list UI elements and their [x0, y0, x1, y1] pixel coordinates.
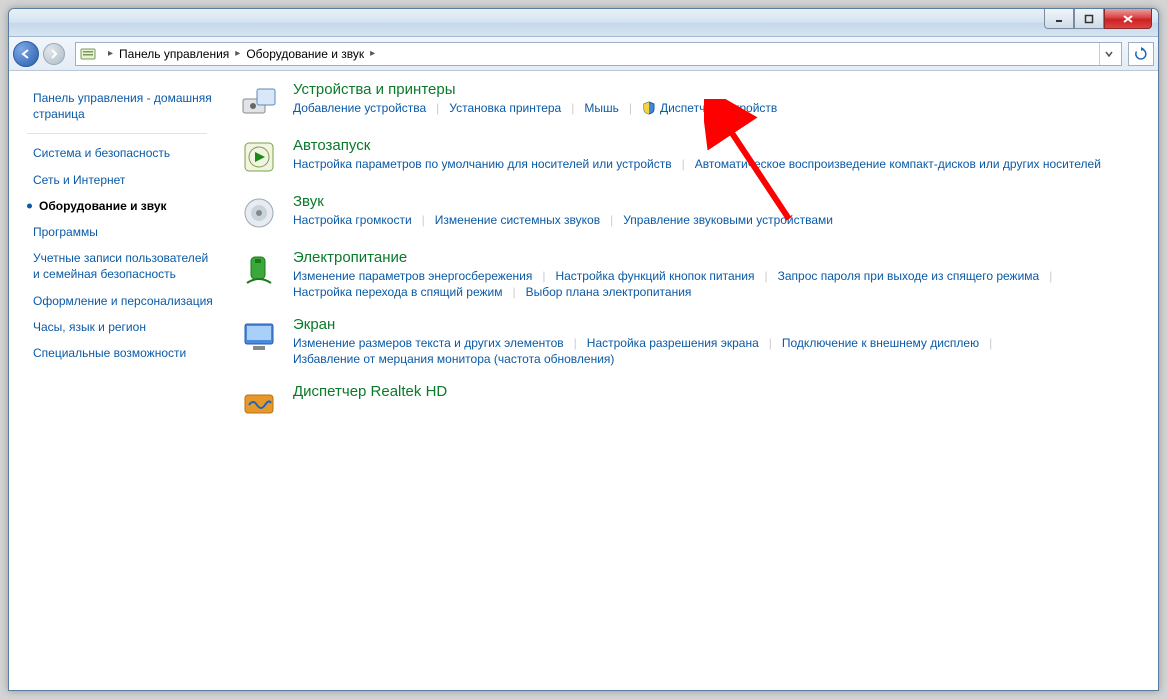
category-link[interactable]: Настройка перехода в спящий режим [293, 284, 502, 300]
category-link[interactable]: Автоматическое воспроизведение компакт-д… [695, 156, 1101, 172]
category-link[interactable]: Избавление от мерцания монитора (частота… [293, 351, 614, 367]
category: Экран Изменение размеров текста и других … [239, 316, 1138, 367]
refresh-button[interactable] [1128, 42, 1154, 66]
category-link[interactable]: Настройка разрешения экрана [587, 335, 759, 351]
category-body: ЗвукНастройка громкости|Изменение систем… [293, 193, 1138, 233]
link-separator: | [759, 336, 782, 350]
category-title[interactable]: Звук [293, 193, 1138, 210]
sidebar: Панель управления - домашняя страница Си… [9, 71, 219, 690]
sidebar-separator [27, 133, 207, 134]
category: Электропитание Изменение параметров энерг… [239, 249, 1138, 300]
category: Диспетчер Realtek HD [239, 383, 1138, 423]
forward-button[interactable] [43, 43, 65, 65]
link-separator: | [600, 213, 623, 227]
category-link[interactable]: Настройка функций кнопок питания [555, 268, 754, 284]
link-separator: | [754, 269, 777, 283]
sidebar-item[interactable]: Сеть и Интернет [27, 167, 219, 193]
close-button[interactable] [1104, 9, 1152, 29]
category-title[interactable]: Электропитание [293, 249, 1138, 266]
category-icon [239, 193, 279, 233]
category-link[interactable]: Установка принтера [449, 100, 561, 116]
link-separator: | [672, 157, 695, 171]
link-separator: | [412, 213, 435, 227]
category-title[interactable]: Автозапуск [293, 137, 1138, 154]
sidebar-item[interactable]: Система и безопасность [27, 140, 219, 166]
address-bar[interactable]: ▸ Панель управления ▸ Оборудование и зву… [75, 42, 1122, 66]
titlebar [9, 9, 1158, 37]
breadcrumb-seg-1[interactable]: Панель управления [119, 47, 229, 61]
breadcrumb-arrow-icon: ▸ [102, 48, 119, 59]
category-link[interactable]: Выбор плана электропитания [526, 284, 692, 300]
link-separator: | [561, 101, 584, 115]
category-body: Автозапуск Настройка параметров по умолча… [293, 137, 1138, 177]
sidebar-home[interactable]: Панель управления - домашняя страница [27, 85, 219, 127]
category-title[interactable]: Экран [293, 316, 1138, 333]
category-link[interactable]: Настройка громкости [293, 212, 412, 228]
address-dropdown[interactable] [1099, 43, 1117, 65]
breadcrumb-arrow-icon: ▸ [364, 48, 381, 59]
control-panel-window: ▸ Панель управления ▸ Оборудование и зву… [8, 8, 1159, 691]
main-content: Устройства и принтеры Добавление устройст… [219, 71, 1158, 690]
body-area: Панель управления - домашняя страница Си… [9, 71, 1158, 690]
category-links: Добавление устройства|Установка принтера… [293, 100, 1138, 116]
minimize-button[interactable] [1044, 9, 1074, 29]
category-body: Устройства и принтеры Добавление устройст… [293, 81, 1138, 121]
category-link[interactable]: Изменение параметров энергосбережения [293, 268, 532, 284]
sidebar-item[interactable]: Специальные возможности [27, 340, 219, 366]
category-icon [239, 137, 279, 177]
category-link[interactable]: Запрос пароля при выходе из спящего режи… [778, 268, 1040, 284]
category-title[interactable]: Диспетчер Realtek HD [293, 383, 1138, 400]
link-separator: | [564, 336, 587, 350]
category-icon [239, 249, 279, 289]
maximize-button[interactable] [1074, 9, 1104, 29]
sidebar-item[interactable]: Часы, язык и регион [27, 314, 219, 340]
category-link[interactable]: Управление звуковыми устройствами [623, 212, 833, 228]
link-separator: | [502, 285, 525, 299]
category-link[interactable]: Изменение размеров текста и других элеме… [293, 335, 564, 351]
category-link[interactable]: Добавление устройства [293, 100, 426, 116]
category-link[interactable]: Диспетчер устройств [642, 100, 777, 116]
category-body: Экран Изменение размеров текста и других … [293, 316, 1138, 367]
category-title[interactable]: Устройства и принтеры [293, 81, 1138, 98]
navbar: ▸ Панель управления ▸ Оборудование и зву… [9, 37, 1158, 71]
category-list: Устройства и принтеры Добавление устройст… [239, 81, 1138, 423]
control-panel-icon [80, 46, 96, 62]
category-link[interactable]: Мышь [584, 100, 619, 116]
breadcrumb-seg-2[interactable]: Оборудование и звук [246, 47, 364, 61]
sidebar-list: Система и безопасностьСеть и ИнтернетОбо… [27, 140, 219, 366]
window-controls [1044, 9, 1158, 29]
link-separator: | [619, 101, 642, 115]
category: Устройства и принтеры Добавление устройст… [239, 81, 1138, 121]
category-link[interactable]: Изменение системных звуков [435, 212, 600, 228]
category-links: Настройка параметров по умолчанию для но… [293, 156, 1138, 172]
category-links: Изменение параметров энергосбережения|На… [293, 268, 1138, 300]
sidebar-item[interactable]: Программы [27, 219, 219, 245]
category-body: Электропитание Изменение параметров энерг… [293, 249, 1138, 300]
category-icon [239, 81, 279, 121]
back-button[interactable] [13, 41, 39, 67]
link-separator: | [532, 269, 555, 283]
category-link[interactable]: Подключение к внешнему дисплею [782, 335, 979, 351]
category-icon [239, 383, 279, 423]
sidebar-item[interactable]: Оформление и персонализация [27, 288, 219, 314]
category: Автозапуск Настройка параметров по умолча… [239, 137, 1138, 177]
breadcrumb-arrow-icon: ▸ [229, 48, 246, 59]
category: ЗвукНастройка громкости|Изменение систем… [239, 193, 1138, 233]
link-separator: | [426, 101, 449, 115]
sidebar-item[interactable]: Оборудование и звук [27, 193, 219, 219]
category-link[interactable]: Настройка параметров по умолчанию для но… [293, 156, 672, 172]
shield-icon [642, 101, 656, 115]
link-separator: | [979, 336, 1002, 350]
category-links: Изменение размеров текста и других элеме… [293, 335, 1138, 367]
category-links: Настройка громкости|Изменение системных … [293, 212, 1138, 228]
link-separator: | [1039, 269, 1062, 283]
category-icon [239, 316, 279, 356]
sidebar-item[interactable]: Учетные записи пользователей и семейная … [27, 245, 219, 287]
category-body: Диспетчер Realtek HD [293, 383, 1138, 423]
